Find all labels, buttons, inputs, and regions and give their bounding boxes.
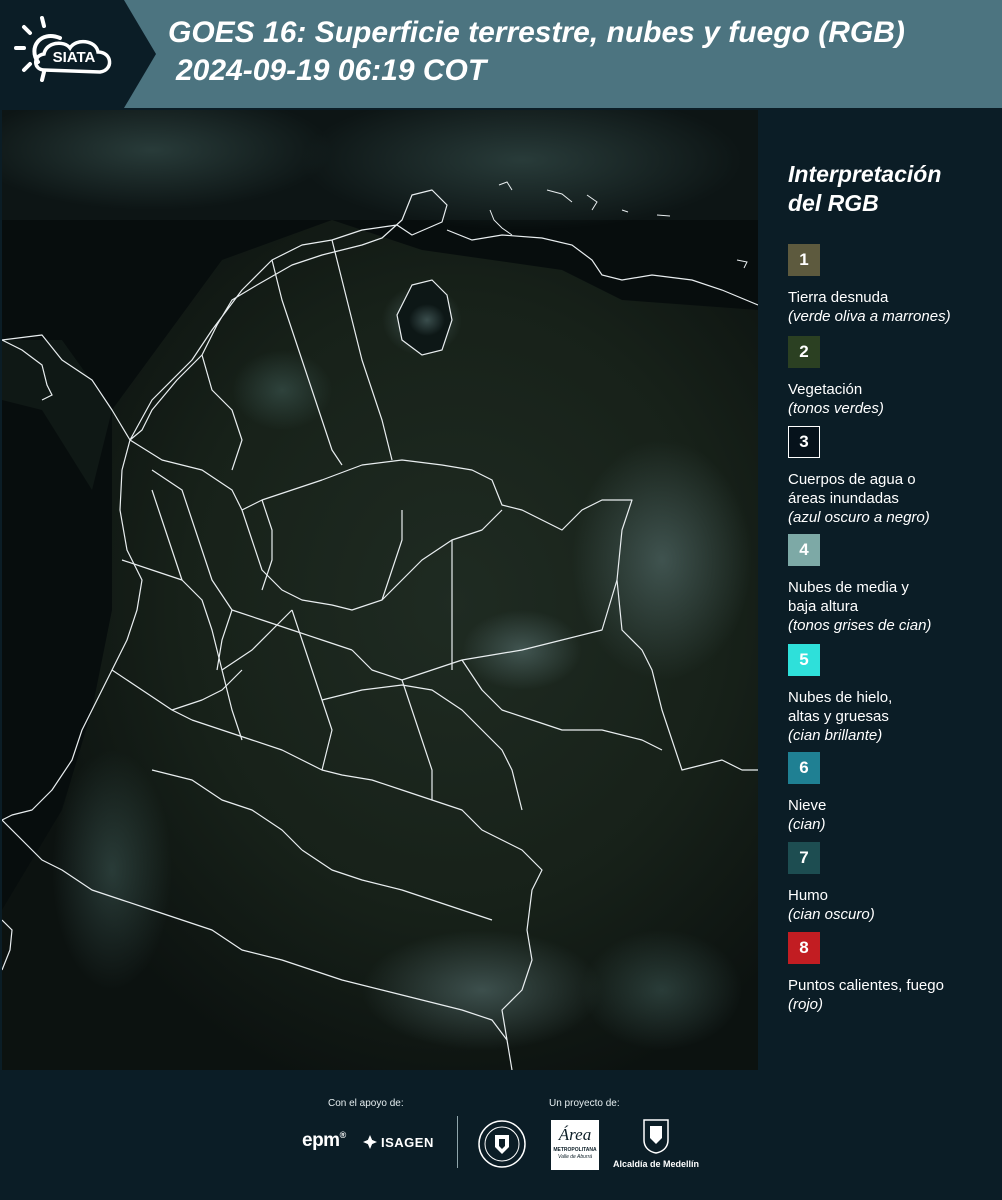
legend-swatch-2: 2 — [788, 336, 820, 368]
legend-label: Humo — [788, 887, 829, 904]
footer: Con el apoyo de: Un proyecto de: epm® IS… — [0, 1070, 1002, 1200]
project-label: Un proyecto de: — [549, 1098, 620, 1109]
legend-label: Nubes de hielo, altas y gruesas — [788, 688, 892, 726]
area-line-1: METROPOLITANA — [553, 1147, 597, 1153]
registered-icon: ® — [339, 1130, 347, 1140]
header-bar: SIATA GOES 16: Superficie terrestre, nub… — [0, 0, 1002, 108]
title-line-2: 2024-09-19 06:19 COT — [176, 54, 487, 87]
title-line-1: GOES 16: Superficie terrestre, nubes y f… — [168, 16, 905, 49]
legend-label-line-2: áreas inundadas — [788, 490, 899, 507]
legend-label: Vegetación — [788, 381, 863, 398]
footer-divider — [457, 1116, 458, 1168]
legend-label: Tierra desnuda — [788, 289, 889, 306]
legend-item-fire: 8 Puntos calientes, fuego (rojo) — [788, 932, 944, 1014]
isagen-mark-icon — [363, 1135, 377, 1149]
isagen-logo: ISAGEN — [362, 1134, 434, 1150]
legend-sublabel: (tonos grises de cian) — [788, 617, 932, 634]
legend-sublabel: (rojo) — [788, 996, 824, 1013]
legend-label: Cuerpos de agua o áreas inundadas — [788, 470, 930, 508]
legend-item-ice-clouds: 5 Nubes de hielo, altas y gruesas (cian … — [788, 644, 892, 745]
legend-title: Interpretación del RGB — [788, 160, 998, 218]
alcaldia-logo: Alcaldía de Medellín — [610, 1118, 702, 1170]
legend-label-line-2: altas y gruesas — [788, 708, 889, 725]
legend-item-snow: 6 Nieve (cian) — [788, 752, 826, 834]
legend-swatch-7: 7 — [788, 842, 820, 874]
page-title: GOES 16: Superficie terrestre, nubes y f… — [168, 14, 905, 90]
legend-sublabel: (cian brillante) — [788, 727, 883, 744]
legend-item-bare-soil: 1 Tierra desnuda (verde oliva a marrones… — [788, 244, 951, 326]
satellite-map[interactable] — [2, 110, 758, 1070]
legend-swatch-8: 8 — [788, 932, 820, 964]
legend-label-line-1: Cuerpos de agua o — [788, 471, 916, 488]
legend-item-vegetation: 2 Vegetación (tonos verdes) — [788, 336, 884, 418]
legend-sublabel: (azul oscuro a negro) — [788, 509, 930, 526]
rgb-composite-image — [2, 110, 758, 1070]
alcaldia-text: Alcaldía de Medellín — [612, 1159, 700, 1169]
legend-label: Nieve — [788, 797, 827, 814]
legend-swatch-1: 1 — [788, 244, 820, 276]
legend-sublabel: (cian) — [788, 816, 826, 833]
legend-sublabel: (cian oscuro) — [788, 906, 875, 923]
legend-sublabel: (tonos verdes) — [788, 400, 884, 417]
legend-label-line-2: baja altura — [788, 598, 859, 615]
epm-logo: epm® — [302, 1130, 346, 1152]
legend-label: Nubes de media y baja altura — [788, 578, 931, 616]
legend-item-low-clouds: 4 Nubes de media y baja altura (tonos gr… — [788, 534, 931, 635]
legend-sublabel: (verde oliva a marrones) — [788, 308, 951, 325]
legend-swatch-3: 3 — [788, 426, 820, 458]
svg-text:SIATA: SIATA — [53, 49, 96, 66]
medellin-shield-icon — [643, 1119, 669, 1154]
rgb-legend: Interpretación del RGB 1 Tierra desnuda … — [788, 160, 998, 1013]
legend-title-line-1: Interpretación — [788, 161, 942, 187]
legend-swatch-5: 5 — [788, 644, 820, 676]
legend-label-line-1: Nubes de hielo, — [788, 689, 893, 706]
legend-item-water: 3 Cuerpos de agua o áreas inundadas (azu… — [788, 426, 930, 527]
isagen-text: ISAGEN — [381, 1134, 434, 1150]
support-label: Con el apoyo de: — [328, 1098, 404, 1109]
area-line-2: Valle de Aburrá — [557, 1154, 593, 1160]
siata-logo: SIATA — [0, 0, 156, 108]
area-metropolitana-logo: Área METROPOLITANA Valle de Aburrá — [551, 1120, 599, 1170]
area-script: Área — [558, 1125, 592, 1144]
legend-title-line-2: del RGB — [788, 190, 879, 216]
legend-label: Puntos calientes, fuego — [788, 977, 944, 994]
university-seal-logo — [478, 1120, 526, 1168]
epm-text: epm — [302, 1130, 340, 1151]
legend-swatch-6: 6 — [788, 752, 820, 784]
legend-swatch-4: 4 — [788, 534, 820, 566]
legend-label-line-1: Nubes de media y — [788, 579, 909, 596]
legend-item-smoke: 7 Humo (cian oscuro) — [788, 842, 875, 924]
